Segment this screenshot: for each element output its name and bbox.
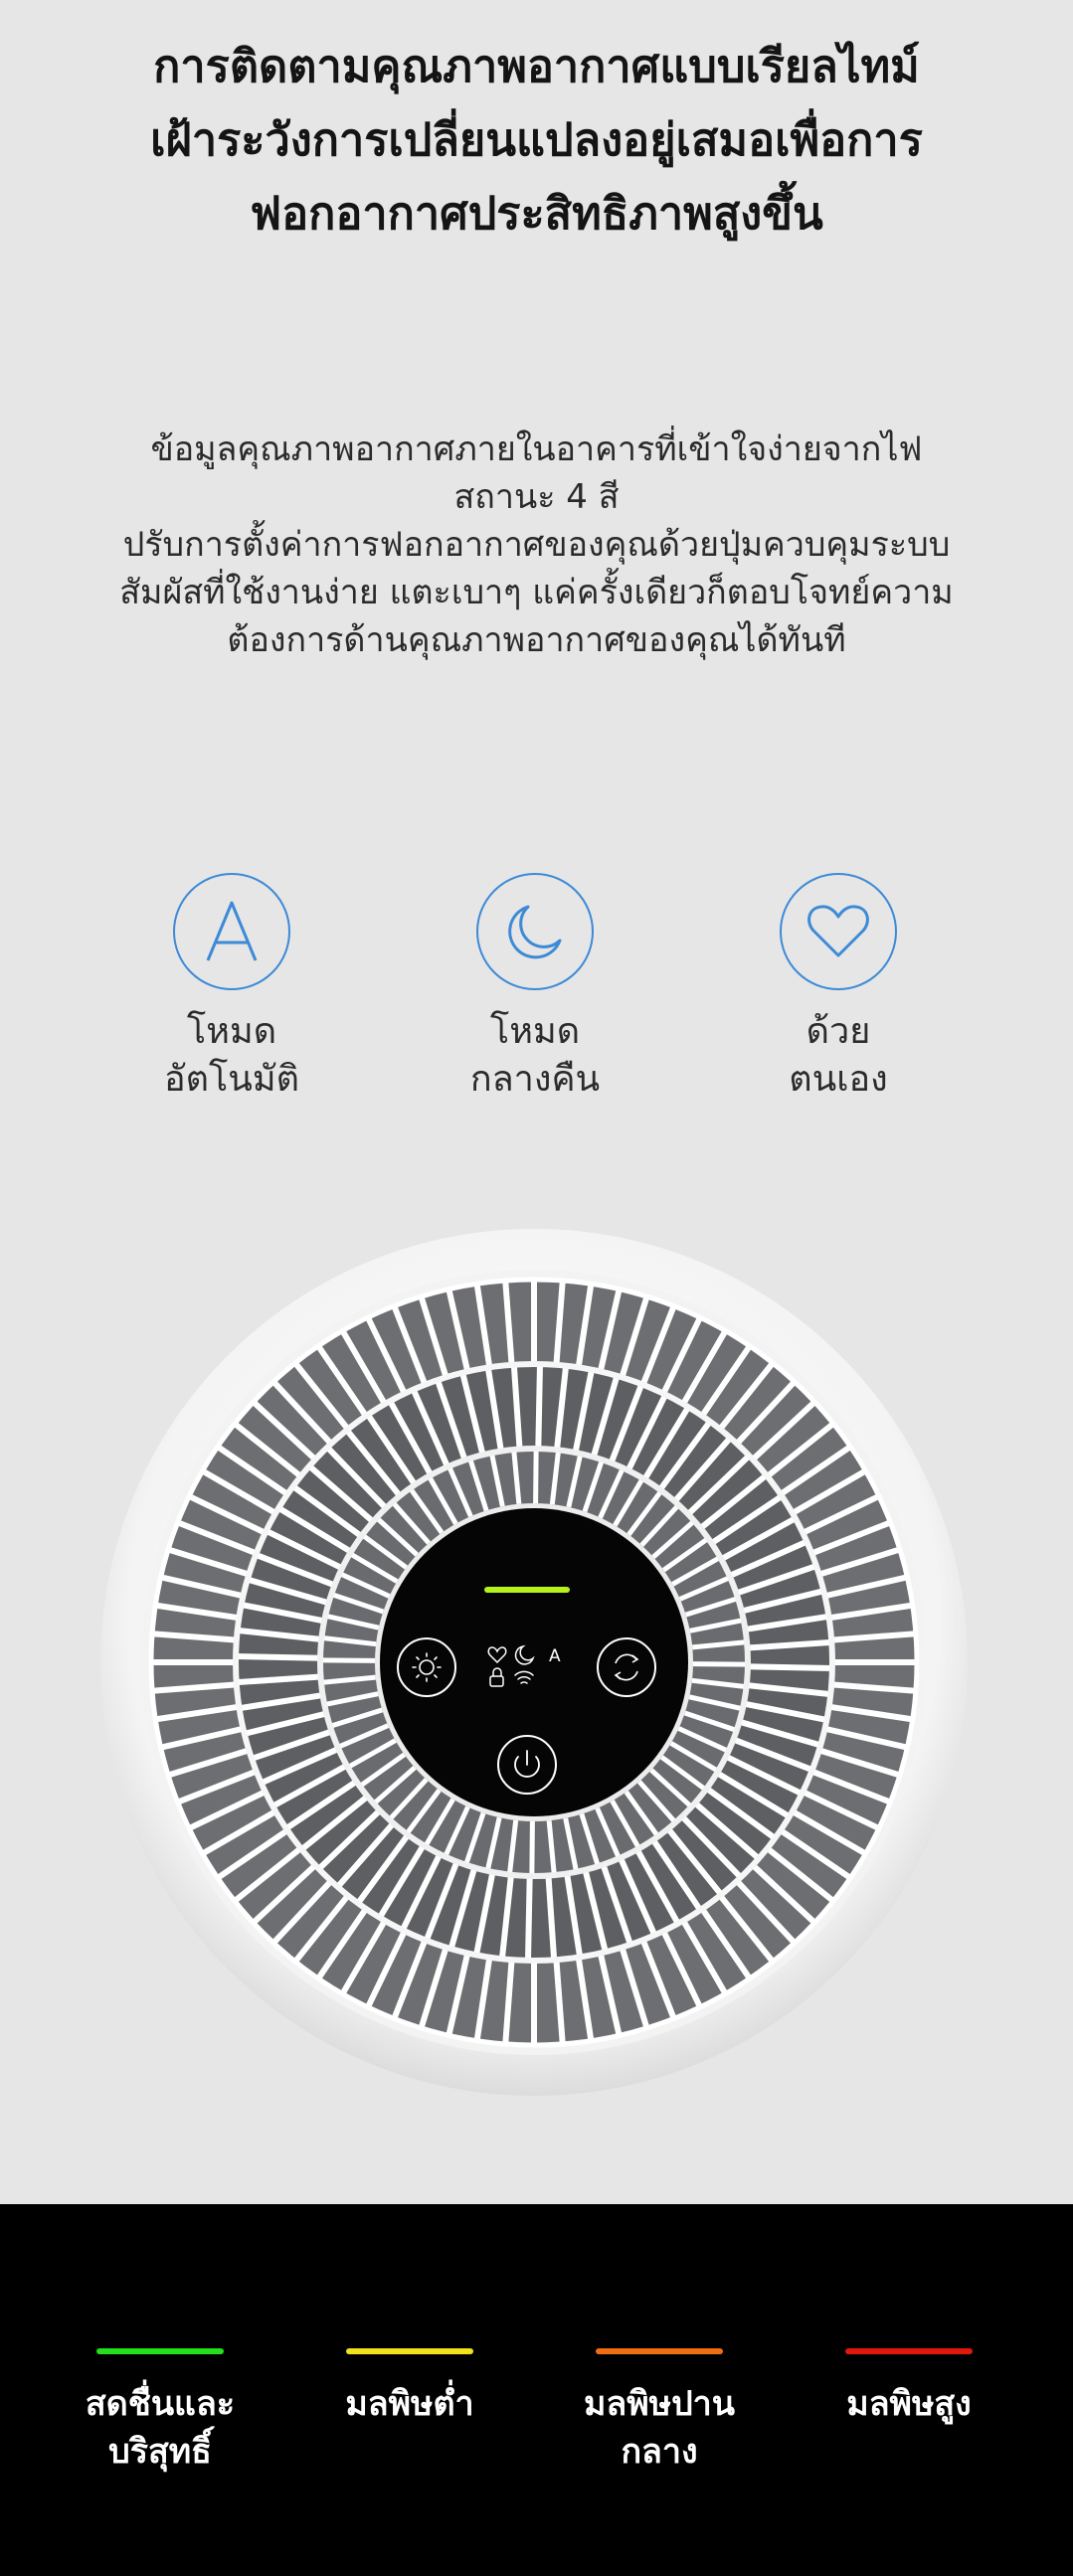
moon-icon [476,873,594,990]
feature-description: ข้อมูลคุณภาพอากาศภายในอาคารที่เข้าใจง่าย… [119,429,954,660]
level-high: มลพิษสูง [800,2348,1018,2428]
grille-slat [535,1364,543,1450]
status-bar-yellow [346,2348,473,2354]
air-quality-legend: สดชื่นและ บริสุทธิ์ มลพิษต่ำ มลพิษปาน กล… [0,2204,1073,2576]
status-bar-orange [596,2348,723,2354]
page-title: การติดตามคุณภาพอากาศแบบเรียลไทม์ เฝ้าระว… [150,40,923,240]
grille-slat [529,1820,535,1877]
grille-slat [747,1663,832,1671]
mode-auto-label: โหมด อัตโนมัติ [163,1011,300,1100]
level-high-label: มลพิษสูง [846,2384,972,2424]
air-quality-status-light [484,1587,570,1593]
level-moderate-label: มลพิษปาน กลาง [584,2384,735,2472]
mode-manual-label: ด้วย ตนเอง [789,1011,888,1100]
mode-night-label: โหมด กลางคืน [469,1011,601,1100]
level-low: มลพิษต่ำ [300,2348,519,2428]
auto-indicator-icon: A [549,1646,561,1666]
level-fresh-label: สดชื่นและ บริสุทธิ์ [85,2384,236,2472]
heart-icon [780,873,897,990]
status-bar-red [845,2348,973,2354]
grille-slat [319,1657,376,1663]
mode-manual: ด้วย ตนเอง [719,873,958,1104]
control-panel [380,1508,688,1816]
grille-slat [236,1653,321,1661]
grille-slat [533,1448,539,1504]
mode-auto: โหมด อัตโนมัติ [112,873,351,1104]
grille-slat [525,1875,533,1961]
status-bar-green [96,2348,224,2354]
air-purifier-top-view: A [100,1229,968,2096]
grille-slat [692,1661,749,1667]
level-fresh: สดชื่นและ บริสุทธิ์ [51,2348,269,2476]
mode-night: โหมด กลางคืน [416,873,654,1104]
level-moderate: มลพิษปาน กลาง [550,2348,769,2476]
level-low-label: มลพิษต่ำ [345,2384,474,2424]
letter-a-icon [173,873,290,990]
